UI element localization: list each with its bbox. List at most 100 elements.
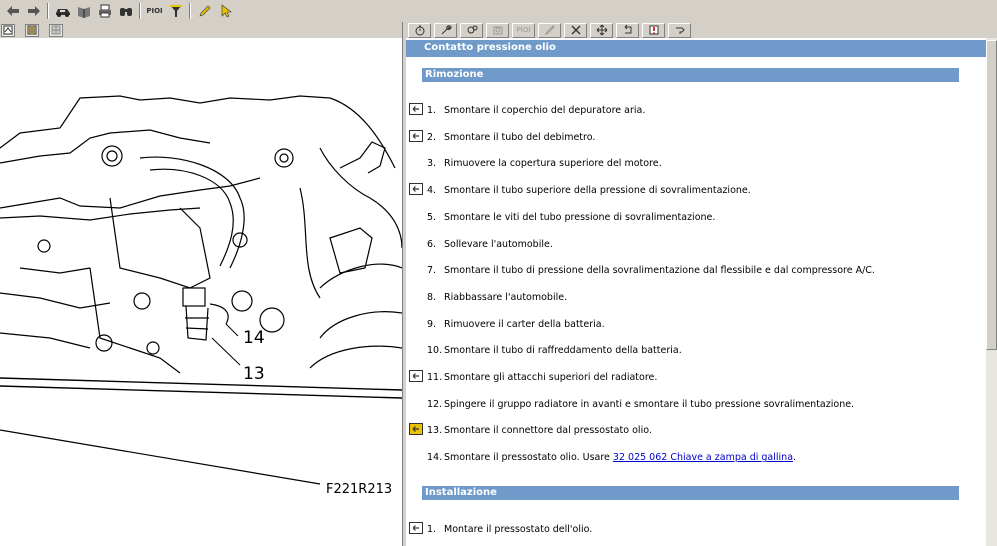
step-row: 14. Smontare il pressostato olio. Usare 3… — [406, 450, 986, 466]
gears-icon[interactable] — [460, 22, 483, 38]
reference-icon[interactable] — [409, 183, 423, 196]
step-text-body: Smontare il tubo di pressione della sovr… — [444, 265, 875, 277]
step-text-body: Smontare il tubo del debimetro. — [444, 131, 596, 143]
step-number: 1. — [427, 524, 437, 535]
step-row: 9. Rimuovere il carter della batteria. — [406, 317, 986, 333]
step-text-suffix: . — [793, 452, 797, 464]
step-text-body: Smontare il pressostato olio. Usare — [444, 452, 613, 464]
step-number: 1. — [427, 105, 437, 116]
cursor-icon[interactable] — [215, 1, 236, 21]
stopwatch-icon[interactable] — [408, 22, 431, 38]
pencil-icon[interactable] — [194, 1, 215, 21]
tools-icon[interactable] — [564, 22, 587, 38]
step-text-body: Riabbassare l'automobile. — [444, 291, 568, 303]
return-icon[interactable] — [616, 22, 639, 38]
step-text-body: Sollevare l'automobile. — [444, 238, 553, 250]
step-row: 1. Smontare il coperchio del depuratore a… — [406, 103, 986, 119]
step-text: Spingere il gruppo radiatore in avanti e… — [444, 399, 854, 410]
step-row: 11. Smontare gli attacchi superiori del r… — [406, 370, 986, 386]
step-row: 3. Rimuovere la copertura superiore del m… — [406, 156, 986, 172]
step-number: 11. — [427, 372, 443, 383]
step-text: Montare il pressostato dell'olio. — [444, 524, 592, 535]
step-number: 4. — [427, 185, 437, 197]
scrollbar-thumb[interactable] — [986, 40, 997, 350]
reference-icon[interactable] — [409, 522, 423, 534]
step-number: 9. — [427, 318, 437, 330]
step-text: Smontare il tubo di pressione della sovr… — [444, 265, 875, 276]
grid-view-icon[interactable] — [49, 23, 63, 37]
pioi-icon[interactable]: PIOI — [144, 1, 165, 21]
step-row: 6. Sollevare l'automobile. — [406, 237, 986, 253]
step-text: Riabbassare l'automobile. — [444, 292, 567, 303]
toolbar-separator — [47, 3, 49, 19]
step-number: 7. — [427, 265, 437, 277]
image-toolbar — [0, 22, 404, 38]
step-text: Smontare il tubo superiore della pressio… — [444, 185, 751, 196]
reference-icon[interactable] — [409, 103, 423, 115]
wrench-icon[interactable] — [434, 22, 457, 38]
step-text: Rimuovere il carter della batteria. — [444, 319, 605, 330]
step-text-body: Rimuovere la copertura superiore del mot… — [444, 158, 662, 170]
step-text: Smontare il connettore dal pressostato o… — [444, 425, 652, 436]
step-text: Sollevare l'automobile. — [444, 239, 553, 250]
step-row: 1. Montare il pressostato dell'olio. — [406, 522, 986, 538]
print-icon[interactable] — [94, 1, 115, 21]
step-text-body: Smontare il tubo di raffreddamento della… — [444, 345, 682, 357]
step-text: Smontare gli attacchi superiori del radi… — [444, 372, 657, 383]
move-icon[interactable] — [590, 22, 613, 38]
binoculars-icon[interactable] — [115, 1, 136, 21]
section-installation: Installazione — [422, 486, 959, 500]
step-number: 8. — [427, 291, 437, 303]
tool-link[interactable]: 32 025 062 Chiave a zampa di gallina — [613, 452, 793, 463]
step-text-body: Smontare il connettore dal pressostato o… — [444, 425, 652, 437]
warning-icon[interactable] — [642, 22, 665, 38]
reference-icon[interactable] — [409, 129, 423, 142]
step-number: 3. — [427, 158, 437, 170]
step-number: 14. — [427, 452, 443, 464]
step-number: 13. — [427, 425, 443, 437]
step-row: 10. Smontare il tubo di raffreddamento de… — [406, 343, 986, 359]
document-toolbar: PIOI — [406, 22, 997, 38]
step-number: 2. — [427, 131, 437, 143]
document-scrollbar[interactable] — [986, 38, 997, 546]
forward-icon[interactable] — [23, 1, 44, 21]
step-text-body: Smontare il coperchio del depuratore ari… — [444, 105, 646, 116]
image-view-icon[interactable] — [1, 23, 15, 37]
reference-icon[interactable] — [409, 370, 423, 382]
step-text-body: Montare il pressostato dell'olio. — [444, 524, 593, 535]
step-row: 2. Smontare il tubo del debimetro. — [406, 129, 986, 146]
step-text: Rimuovere la copertura superiore del mot… — [444, 158, 662, 169]
pen-icon[interactable] — [538, 22, 561, 38]
car-icon[interactable] — [52, 1, 73, 21]
step-row: 5. Smontare le viti del tubo pressione di… — [406, 210, 986, 226]
back-icon[interactable] — [2, 1, 23, 21]
step-text: Smontare il pressostato olio. Usare 32 0… — [444, 452, 796, 463]
document-title: Contatto pressione olio — [406, 40, 986, 57]
toolbar-separator — [189, 3, 191, 19]
step-row: 13. Smontare il connettore dal pressostat… — [406, 423, 986, 439]
pointer-icon[interactable] — [668, 22, 691, 38]
step-number: 5. — [427, 211, 437, 223]
engine-drawing — [0, 95, 402, 485]
book-icon[interactable] — [73, 1, 94, 21]
figure-id: F221R213 — [326, 482, 393, 497]
pioi-button[interactable]: PIOI — [512, 22, 535, 38]
section-removal: Rimozione — [422, 68, 959, 82]
step-number: 12. — [427, 398, 443, 410]
parts-icon[interactable] — [486, 22, 509, 38]
step-text-body: Spingere il gruppo radiatore in avanti e… — [444, 398, 855, 410]
list-view-icon[interactable] — [25, 23, 39, 37]
step-number: 6. — [427, 238, 437, 250]
step-row: 12. Spingere il gruppo radiatore in avant… — [406, 397, 986, 413]
step-row: 4. Smontare il tubo superiore della press… — [406, 183, 986, 199]
reference-active-icon[interactable] — [409, 423, 423, 436]
technical-drawing-pane: 14 13 F221R213 — [0, 38, 402, 546]
step-text: Smontare il tubo del debimetro. — [444, 132, 595, 143]
callout-14: 14 — [243, 328, 265, 348]
step-text: Smontare il tubo di raffreddamento della… — [444, 345, 682, 356]
funnel-icon[interactable] — [165, 1, 186, 21]
step-row: 8. Riabbassare l'automobile. — [406, 290, 986, 306]
step-row: 7. Smontare il tubo di pressione della so… — [406, 263, 986, 279]
step-text-body: Smontare gli attacchi superiori del radi… — [444, 372, 658, 383]
step-text: Smontare il coperchio del depuratore ari… — [444, 105, 645, 116]
